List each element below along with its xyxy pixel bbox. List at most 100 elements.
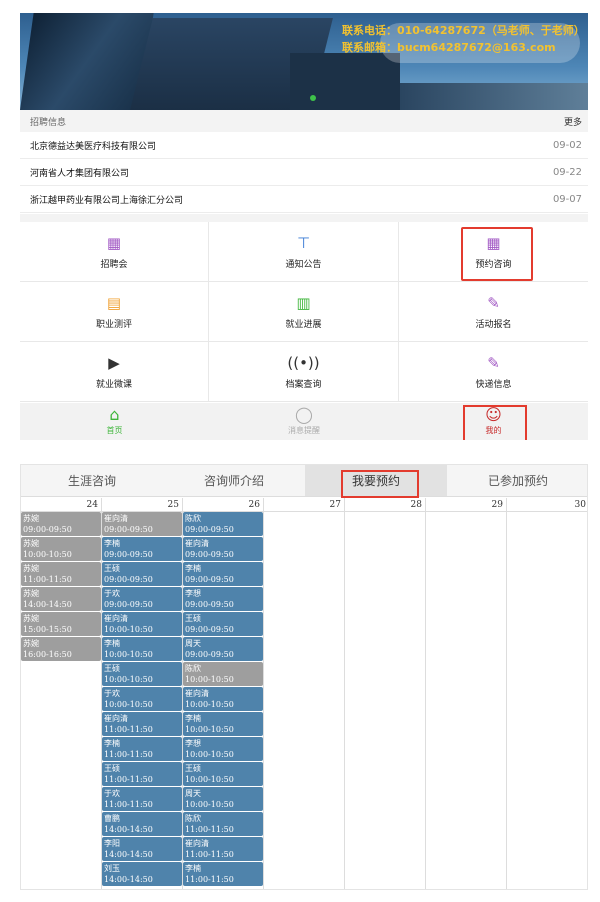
- counselor-name: 于欢: [104, 589, 120, 598]
- counselor-name: 于欢: [104, 689, 120, 698]
- available-slot[interactable]: 于欢 10:00-10:50: [102, 687, 182, 711]
- available-slot[interactable]: 曹鹏 14:00-14:50: [102, 812, 182, 836]
- booked-slot[interactable]: 苏婉 15:00-15:50: [21, 612, 101, 636]
- booked-slot[interactable]: 苏婉 09:00-09:50: [21, 512, 101, 536]
- booked-slot[interactable]: 苏婉 16:00-16:50: [21, 637, 101, 661]
- company-name: 河南省人才集团有限公司: [30, 168, 130, 179]
- day-column: 27: [264, 498, 345, 889]
- slot-time: 11:00-11:50: [185, 850, 234, 859]
- available-slot[interactable]: 崔向清 11:00-11:50: [102, 712, 182, 736]
- tab-messages[interactable]: ◯ 消息提醒: [209, 403, 399, 440]
- slot-time: 09:00-09:50: [104, 550, 153, 559]
- counselor-name: 刘玉: [104, 864, 120, 873]
- available-slot[interactable]: 崔向清 10:00-10:50: [183, 687, 263, 711]
- calendar-icon: ▦: [486, 233, 501, 252]
- booked-slot[interactable]: 崔向清 09:00-09:50: [102, 512, 182, 536]
- available-slot[interactable]: 王硕 10:00-10:50: [102, 662, 182, 686]
- slot-time: 14:00-14:50: [23, 600, 72, 609]
- tab-mine[interactable]: ☺ 我的: [399, 403, 588, 440]
- slot-time: 10:00-10:50: [185, 775, 234, 784]
- list-item[interactable]: 北京德益达美医疗科技有限公司 09-02: [20, 132, 588, 159]
- available-slot[interactable]: 李楠 11:00-11:50: [183, 862, 263, 886]
- available-slot[interactable]: 周天 10:00-10:50: [183, 787, 263, 811]
- slot-time: 10:00-10:50: [104, 675, 153, 684]
- available-slot[interactable]: 李楠 09:00-09:50: [183, 562, 263, 586]
- banner-image[interactable]: 联系电话：010-64287672（马老师、于老师） 联系邮箱：bucm6428…: [20, 13, 588, 110]
- menu-label: 就业进展: [285, 319, 322, 330]
- slot-time: 10:00-10:50: [104, 650, 153, 659]
- slot-time: 10:00-10:50: [185, 700, 234, 709]
- feature-grid: ▦ 招聘会 ⊤ 通知公告 ▦ 预约咨询 ▤ 职业测评 ▥ 就业进展 ✎ 活动报名…: [20, 222, 588, 402]
- list-item[interactable]: 浙江越甲药业有限公司上海徐汇分公司 09-07: [20, 186, 588, 213]
- day-number: 25: [102, 498, 182, 512]
- slot-time: 10:00-10:50: [185, 800, 234, 809]
- menu-job-fair[interactable]: ▦ 招聘会: [20, 222, 209, 282]
- counselor-name: 崔向清: [185, 689, 209, 698]
- menu-micro-course[interactable]: ▶ 就业微课: [20, 342, 209, 402]
- available-slot[interactable]: 于欢 11:00-11:50: [102, 787, 182, 811]
- counselor-name: 李阳: [104, 839, 120, 848]
- day-number: 24: [21, 498, 101, 512]
- menu-notices[interactable]: ⊤ 通知公告: [209, 222, 399, 282]
- available-slot[interactable]: 王硕 10:00-10:50: [183, 762, 263, 786]
- counselor-name: 陈欣: [185, 514, 201, 523]
- available-slot[interactable]: 崔向清 10:00-10:50: [102, 612, 182, 636]
- slot-time: 10:00-10:50: [104, 625, 153, 634]
- available-slot[interactable]: 李想 10:00-10:50: [183, 737, 263, 761]
- counselor-name: 李楠: [104, 739, 120, 748]
- available-slot[interactable]: 李楠 09:00-09:50: [102, 537, 182, 561]
- calendar-grid: 24 苏婉 09:00-09:50 苏婉 10:00-10:50 苏婉 11:00-11:5…: [21, 498, 587, 889]
- available-slot[interactable]: 李楠 11:00-11:50: [102, 737, 182, 761]
- available-slot[interactable]: 崔向清 11:00-11:50: [183, 837, 263, 861]
- menu-label: 活动报名: [475, 319, 512, 330]
- available-slot[interactable]: 于欢 09:00-09:50: [102, 587, 182, 611]
- available-slot[interactable]: 崔向清 09:00-09:50: [183, 537, 263, 561]
- slot-time: 14:00-14:50: [104, 875, 153, 884]
- menu-label: 预约咨询: [475, 259, 512, 270]
- available-slot[interactable]: 陈欣 11:00-11:50: [183, 812, 263, 836]
- menu-label: 招聘会: [100, 259, 128, 270]
- available-slot[interactable]: 李楠 10:00-10:50: [183, 712, 263, 736]
- menu-career-test[interactable]: ▤ 职业测评: [20, 282, 209, 342]
- counselor-name: 李楠: [185, 564, 201, 573]
- available-slot[interactable]: 刘玉 14:00-14:50: [102, 862, 182, 886]
- slot-time: 14:00-14:50: [104, 825, 153, 834]
- menu-express-info[interactable]: ✎ 快递信息: [399, 342, 588, 402]
- available-slot[interactable]: 陈欣 09:00-09:50: [183, 512, 263, 536]
- available-slot[interactable]: 李楠 10:00-10:50: [102, 637, 182, 661]
- slot-time: 10:00-10:50: [185, 750, 234, 759]
- booked-slot[interactable]: 陈欣 10:00-10:50: [183, 662, 263, 686]
- booked-slot[interactable]: 苏婉 11:00-11:50: [21, 562, 101, 586]
- counselor-name: 李楠: [104, 539, 120, 548]
- slot-time: 09:00-09:50: [104, 525, 153, 534]
- booked-slot[interactable]: 苏婉 10:00-10:50: [21, 537, 101, 561]
- available-slot[interactable]: 王硕 09:00-09:50: [183, 612, 263, 636]
- list-item[interactable]: 河南省人才集团有限公司 09-22: [20, 159, 588, 186]
- menu-event-signup[interactable]: ✎ 活动报名: [399, 282, 588, 342]
- menu-appointment[interactable]: ▦ 预约咨询: [399, 222, 588, 282]
- tab-home[interactable]: ⌂ 首页: [20, 403, 209, 440]
- section-divider: [20, 214, 588, 222]
- tab-joined-appointments[interactable]: 已参加预约: [447, 465, 587, 496]
- carousel-indicator[interactable]: [310, 95, 316, 101]
- tab-make-appointment[interactable]: 我要预约: [305, 465, 447, 498]
- company-name: 北京德益达美医疗科技有限公司: [30, 141, 157, 152]
- more-link[interactable]: 更多: [564, 115, 582, 128]
- counselor-name: 李楠: [185, 864, 201, 873]
- counselor-name: 苏婉: [23, 539, 39, 548]
- day-number: 26: [183, 498, 263, 512]
- available-slot[interactable]: 周天 09:00-09:50: [183, 637, 263, 661]
- tab-career-consult[interactable]: 生涯咨询: [21, 465, 163, 496]
- slot-time: 11:00-11:50: [185, 875, 234, 884]
- counselor-name: 曹鹏: [104, 814, 120, 823]
- available-slot[interactable]: 王硕 09:00-09:50: [102, 562, 182, 586]
- tab-counselor-intro[interactable]: 咨询师介绍: [163, 465, 305, 496]
- menu-archive-query[interactable]: ((•)) 档案查询: [209, 342, 399, 402]
- booked-slot[interactable]: 苏婉 14:00-14:50: [21, 587, 101, 611]
- counselor-name: 李楠: [185, 714, 201, 723]
- available-slot[interactable]: 李阳 14:00-14:50: [102, 837, 182, 861]
- available-slot[interactable]: 王硕 11:00-11:50: [102, 762, 182, 786]
- menu-employment-progress[interactable]: ▥ 就业进展: [209, 282, 399, 342]
- day-column: 29: [426, 498, 507, 889]
- available-slot[interactable]: 李想 09:00-09:50: [183, 587, 263, 611]
